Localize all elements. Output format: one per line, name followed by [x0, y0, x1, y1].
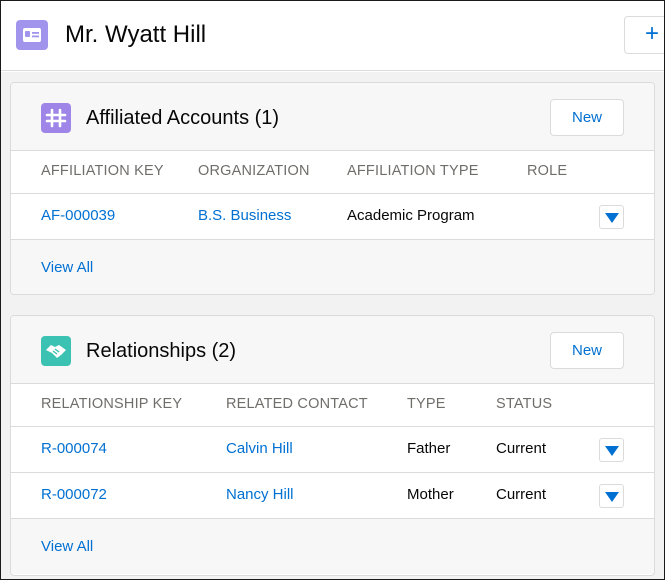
- relationships-card: Relationships (2) New RELATIONSHIP KEY R…: [10, 315, 655, 576]
- record-page: Mr. Wyatt Hill + Affiliated Accounts (1)…: [0, 0, 665, 580]
- affiliated-accounts-card: Affiliated Accounts (1) New AFFILIATION …: [10, 82, 655, 295]
- add-action-button[interactable]: +: [624, 16, 664, 54]
- affiliation-key-link[interactable]: AF-000039: [41, 207, 115, 225]
- new-affiliation-button[interactable]: New: [550, 99, 624, 136]
- row-actions-dropdown[interactable]: [599, 484, 624, 508]
- record-header: Mr. Wyatt Hill +: [1, 1, 664, 71]
- page-title: Mr. Wyatt Hill: [65, 21, 207, 48]
- column-header-affiliation-key[interactable]: AFFILIATION KEY: [41, 163, 164, 179]
- table-row: R-000072 Nancy Hill Mother Current: [11, 472, 654, 518]
- status-value: Current: [496, 440, 547, 457]
- view-all-link[interactable]: View All: [41, 259, 93, 276]
- chevron-down-icon: [605, 492, 619, 502]
- card-header: Affiliated Accounts (1) New: [11, 83, 654, 151]
- relationship-key-link[interactable]: R-000074: [41, 440, 107, 458]
- column-header-role[interactable]: ROLE: [527, 163, 567, 179]
- column-header-relationship-key[interactable]: RELATIONSHIP KEY: [41, 396, 182, 412]
- handshake-icon: [41, 336, 71, 366]
- column-header-organization[interactable]: ORGANIZATION: [198, 163, 310, 179]
- type-value: Mother: [407, 486, 454, 503]
- affiliation-type-value: Academic Program: [347, 207, 475, 224]
- relationship-key-link[interactable]: R-000072: [41, 486, 107, 504]
- card-title[interactable]: Affiliated Accounts (1): [86, 105, 279, 131]
- chevron-down-icon: [605, 213, 619, 223]
- card-footer: View All: [11, 518, 654, 574]
- related-contact-link[interactable]: Nancy Hill: [226, 486, 294, 504]
- card-header: Relationships (2) New: [11, 316, 654, 384]
- type-value: Father: [407, 440, 451, 457]
- contact-card-icon: [16, 20, 48, 50]
- column-header-affiliation-type[interactable]: AFFILIATION TYPE: [347, 163, 479, 179]
- chevron-down-icon: [605, 446, 619, 456]
- table-row: AF-000039 B.S. Business Academic Program: [11, 193, 654, 239]
- status-value: Current: [496, 486, 547, 503]
- hash-icon: [41, 103, 71, 133]
- column-header-related-contact[interactable]: RELATED CONTACT: [226, 396, 368, 412]
- view-all-link[interactable]: View All: [41, 538, 93, 555]
- organization-link[interactable]: B.S. Business: [198, 207, 291, 225]
- column-header-type[interactable]: TYPE: [407, 396, 446, 412]
- new-relationship-button[interactable]: New: [550, 332, 624, 369]
- related-lists: Affiliated Accounts (1) New AFFILIATION …: [1, 72, 664, 579]
- row-actions-dropdown[interactable]: [599, 205, 624, 229]
- row-actions-dropdown[interactable]: [599, 438, 624, 462]
- table-row: R-000074 Calvin Hill Father Current: [11, 426, 654, 472]
- column-header-status[interactable]: STATUS: [496, 396, 552, 412]
- card-footer: View All: [11, 239, 654, 294]
- card-title[interactable]: Relationships (2): [86, 338, 236, 364]
- related-contact-link[interactable]: Calvin Hill: [226, 440, 293, 458]
